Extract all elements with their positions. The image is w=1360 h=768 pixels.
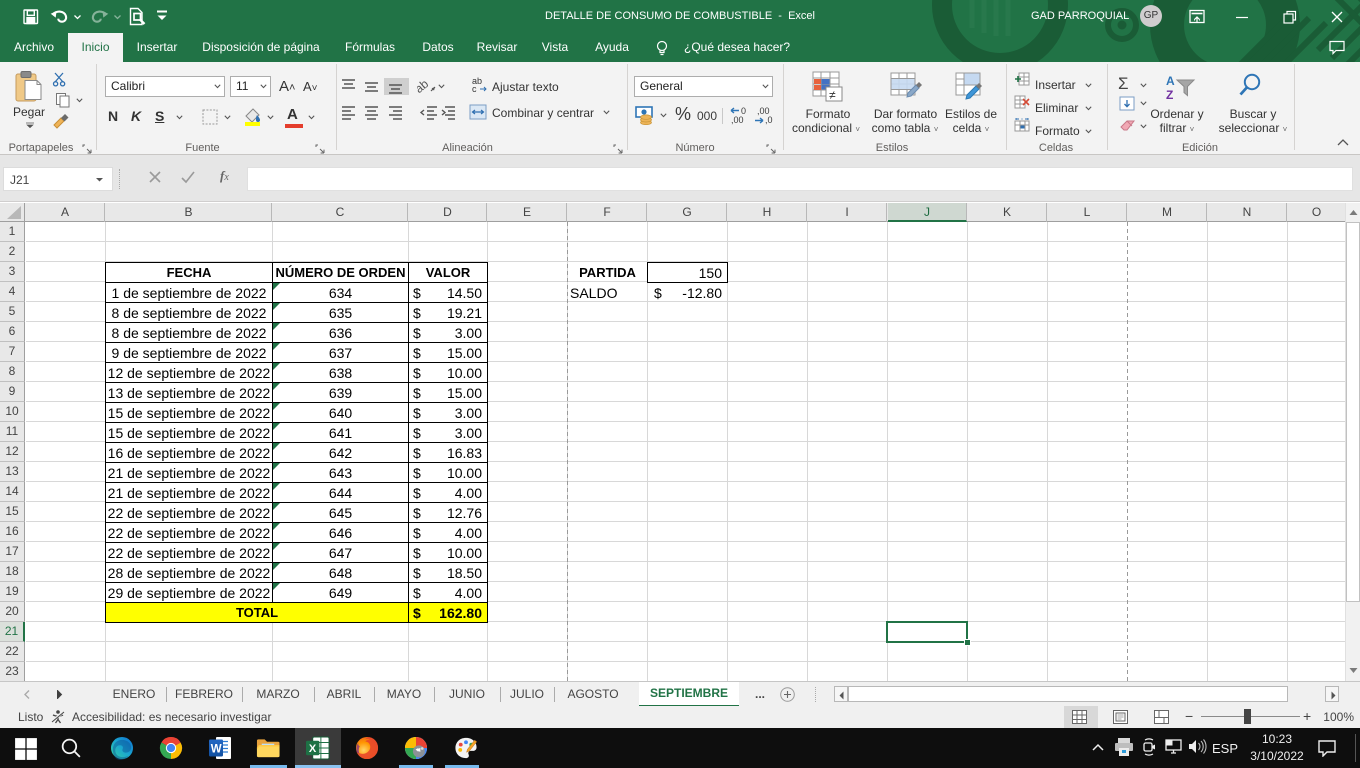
svg-text:,00: ,00 bbox=[731, 115, 744, 125]
svg-text:c: c bbox=[472, 84, 477, 94]
svg-text:≠: ≠ bbox=[829, 88, 836, 102]
svg-text:ab: ab bbox=[417, 77, 431, 95]
svg-text:X: X bbox=[309, 743, 317, 755]
svg-text:A: A bbox=[1166, 74, 1175, 88]
svg-text:W: W bbox=[211, 744, 222, 756]
svg-text:,0: ,0 bbox=[765, 115, 773, 125]
svg-text:Z: Z bbox=[1166, 88, 1173, 101]
